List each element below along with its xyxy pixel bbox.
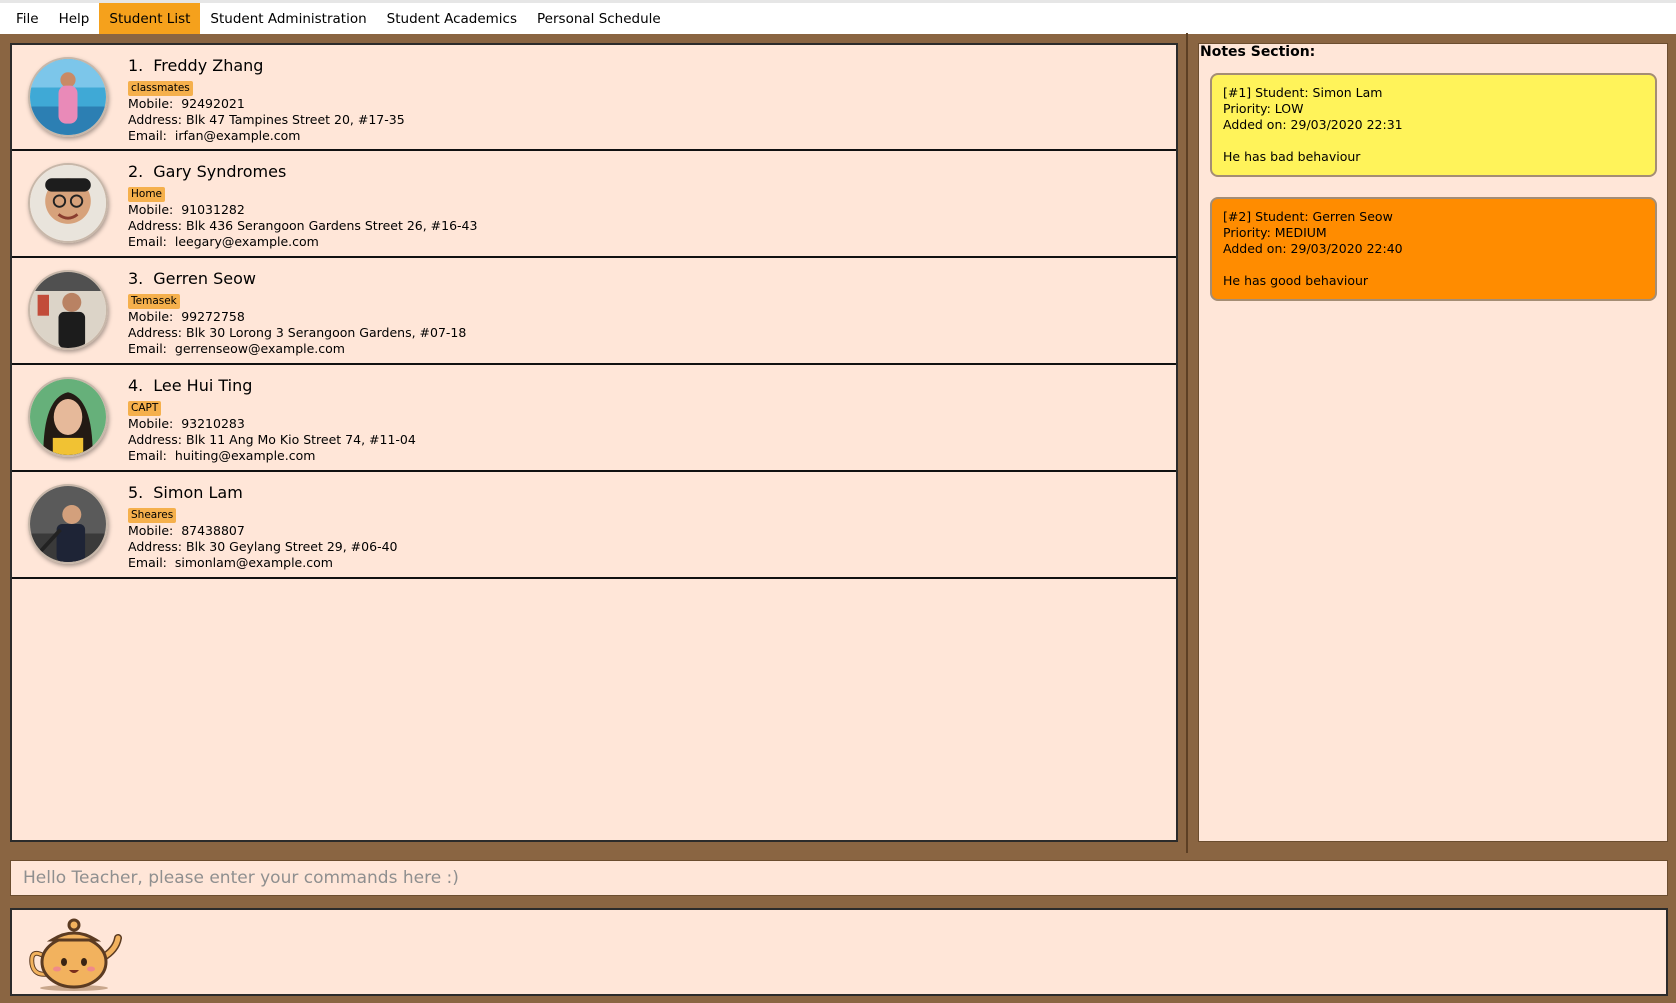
- student-avatar: [28, 270, 108, 350]
- student-email: Email: leegary@example.com: [128, 234, 319, 249]
- student-name: Simon Lam: [153, 483, 243, 502]
- menu-student-administration[interactable]: Student Administration: [200, 3, 376, 34]
- student-index: 5.: [128, 483, 144, 502]
- note-added: Added on: 29/03/2020 22:40: [1223, 241, 1403, 256]
- note-header: [#2] Student: Gerren Seow: [1223, 209, 1393, 224]
- student-index: 1.: [128, 56, 144, 75]
- student-card[interactable]: 2. Gary Syndromes Home Mobile: 91031282 A…: [12, 151, 1176, 258]
- student-address: Address: Blk 30 Lorong 3 Serangoon Garden…: [128, 325, 467, 340]
- student-email: Email: simonlam@example.com: [128, 555, 333, 570]
- student-address: Address: Blk 47 Tampines Street 20, #17-3…: [128, 112, 405, 127]
- student-tag: Temasek: [128, 294, 180, 309]
- student-email: Email: huiting@example.com: [128, 448, 316, 463]
- student-name: Lee Hui Ting: [153, 376, 253, 395]
- student-email: Email: irfan@example.com: [128, 128, 301, 143]
- note-card[interactable]: [#2] Student: Gerren Seow Priority: MEDI…: [1210, 197, 1657, 301]
- student-name: Gary Syndromes: [153, 162, 287, 181]
- student-tag: Home: [128, 187, 166, 202]
- student-card[interactable]: 1. Freddy Zhang classmates Mobile: 924920…: [12, 45, 1176, 151]
- note-content: He has good behaviour: [1223, 273, 1369, 288]
- student-avatar: [28, 163, 108, 243]
- student-tag: classmates: [128, 81, 193, 96]
- teapot-icon: [29, 918, 122, 991]
- student-mobile: Mobile: 91031282: [128, 202, 245, 217]
- notes-title: Notes Section:: [1200, 44, 1316, 60]
- student-mobile: Mobile: 99272758: [128, 309, 245, 324]
- panel-divider[interactable]: [1186, 33, 1188, 853]
- student-tag: Sheares: [128, 508, 177, 523]
- student-avatar: [28, 484, 108, 564]
- student-mobile: Mobile: 87438807: [128, 523, 245, 538]
- menu-file[interactable]: File: [6, 3, 49, 34]
- command-input[interactable]: Hello Teacher, please enter your command…: [10, 860, 1668, 896]
- student-card[interactable]: 5. Simon Lam Sheares Mobile: 87438807 Add…: [12, 472, 1176, 579]
- note-header: [#1] Student: Simon Lam: [1223, 85, 1383, 100]
- student-index: 4.: [128, 376, 144, 395]
- student-card[interactable]: 4. Lee Hui Ting CAPT Mobile: 93210283 Add…: [12, 365, 1176, 472]
- note-content: He has bad behaviour: [1223, 149, 1361, 164]
- student-mobile: Mobile: 92492021: [128, 96, 245, 111]
- menu-student-list[interactable]: Student List: [99, 3, 201, 34]
- student-index: 3.: [128, 269, 144, 288]
- result-display: [10, 908, 1668, 996]
- menu-help[interactable]: Help: [49, 3, 100, 34]
- note-card[interactable]: [#1] Student: Simon Lam Priority: LOW Ad…: [1210, 73, 1657, 177]
- student-index: 2.: [128, 162, 144, 181]
- student-tag: CAPT: [128, 401, 162, 416]
- student-mobile: Mobile: 93210283: [128, 416, 245, 431]
- note-priority: Priority: LOW: [1223, 101, 1304, 116]
- student-card[interactable]: 3. Gerren Seow Temasek Mobile: 99272758 A…: [12, 258, 1176, 365]
- student-list-panel[interactable]: 1. Freddy Zhang classmates Mobile: 924920…: [10, 43, 1178, 842]
- note-priority: Priority: MEDIUM: [1223, 225, 1327, 240]
- student-name: Freddy Zhang: [153, 56, 264, 75]
- student-avatar: [28, 377, 108, 457]
- student-address: Address: Blk 30 Geylang Street 29, #06-40: [128, 539, 398, 554]
- note-added: Added on: 29/03/2020 22:31: [1223, 117, 1403, 132]
- student-address: Address: Blk 436 Serangoon Gardens Street…: [128, 218, 478, 233]
- student-name: Gerren Seow: [153, 269, 256, 288]
- menu-student-academics[interactable]: Student Academics: [377, 3, 527, 34]
- student-email: Email: gerrenseow@example.com: [128, 341, 345, 356]
- menu-personal-schedule[interactable]: Personal Schedule: [527, 3, 671, 34]
- student-address: Address: Blk 11 Ang Mo Kio Street 74, #11…: [128, 432, 416, 447]
- menu-bar: File Help Student List Student Administr…: [0, 0, 1676, 34]
- student-avatar: [28, 57, 108, 137]
